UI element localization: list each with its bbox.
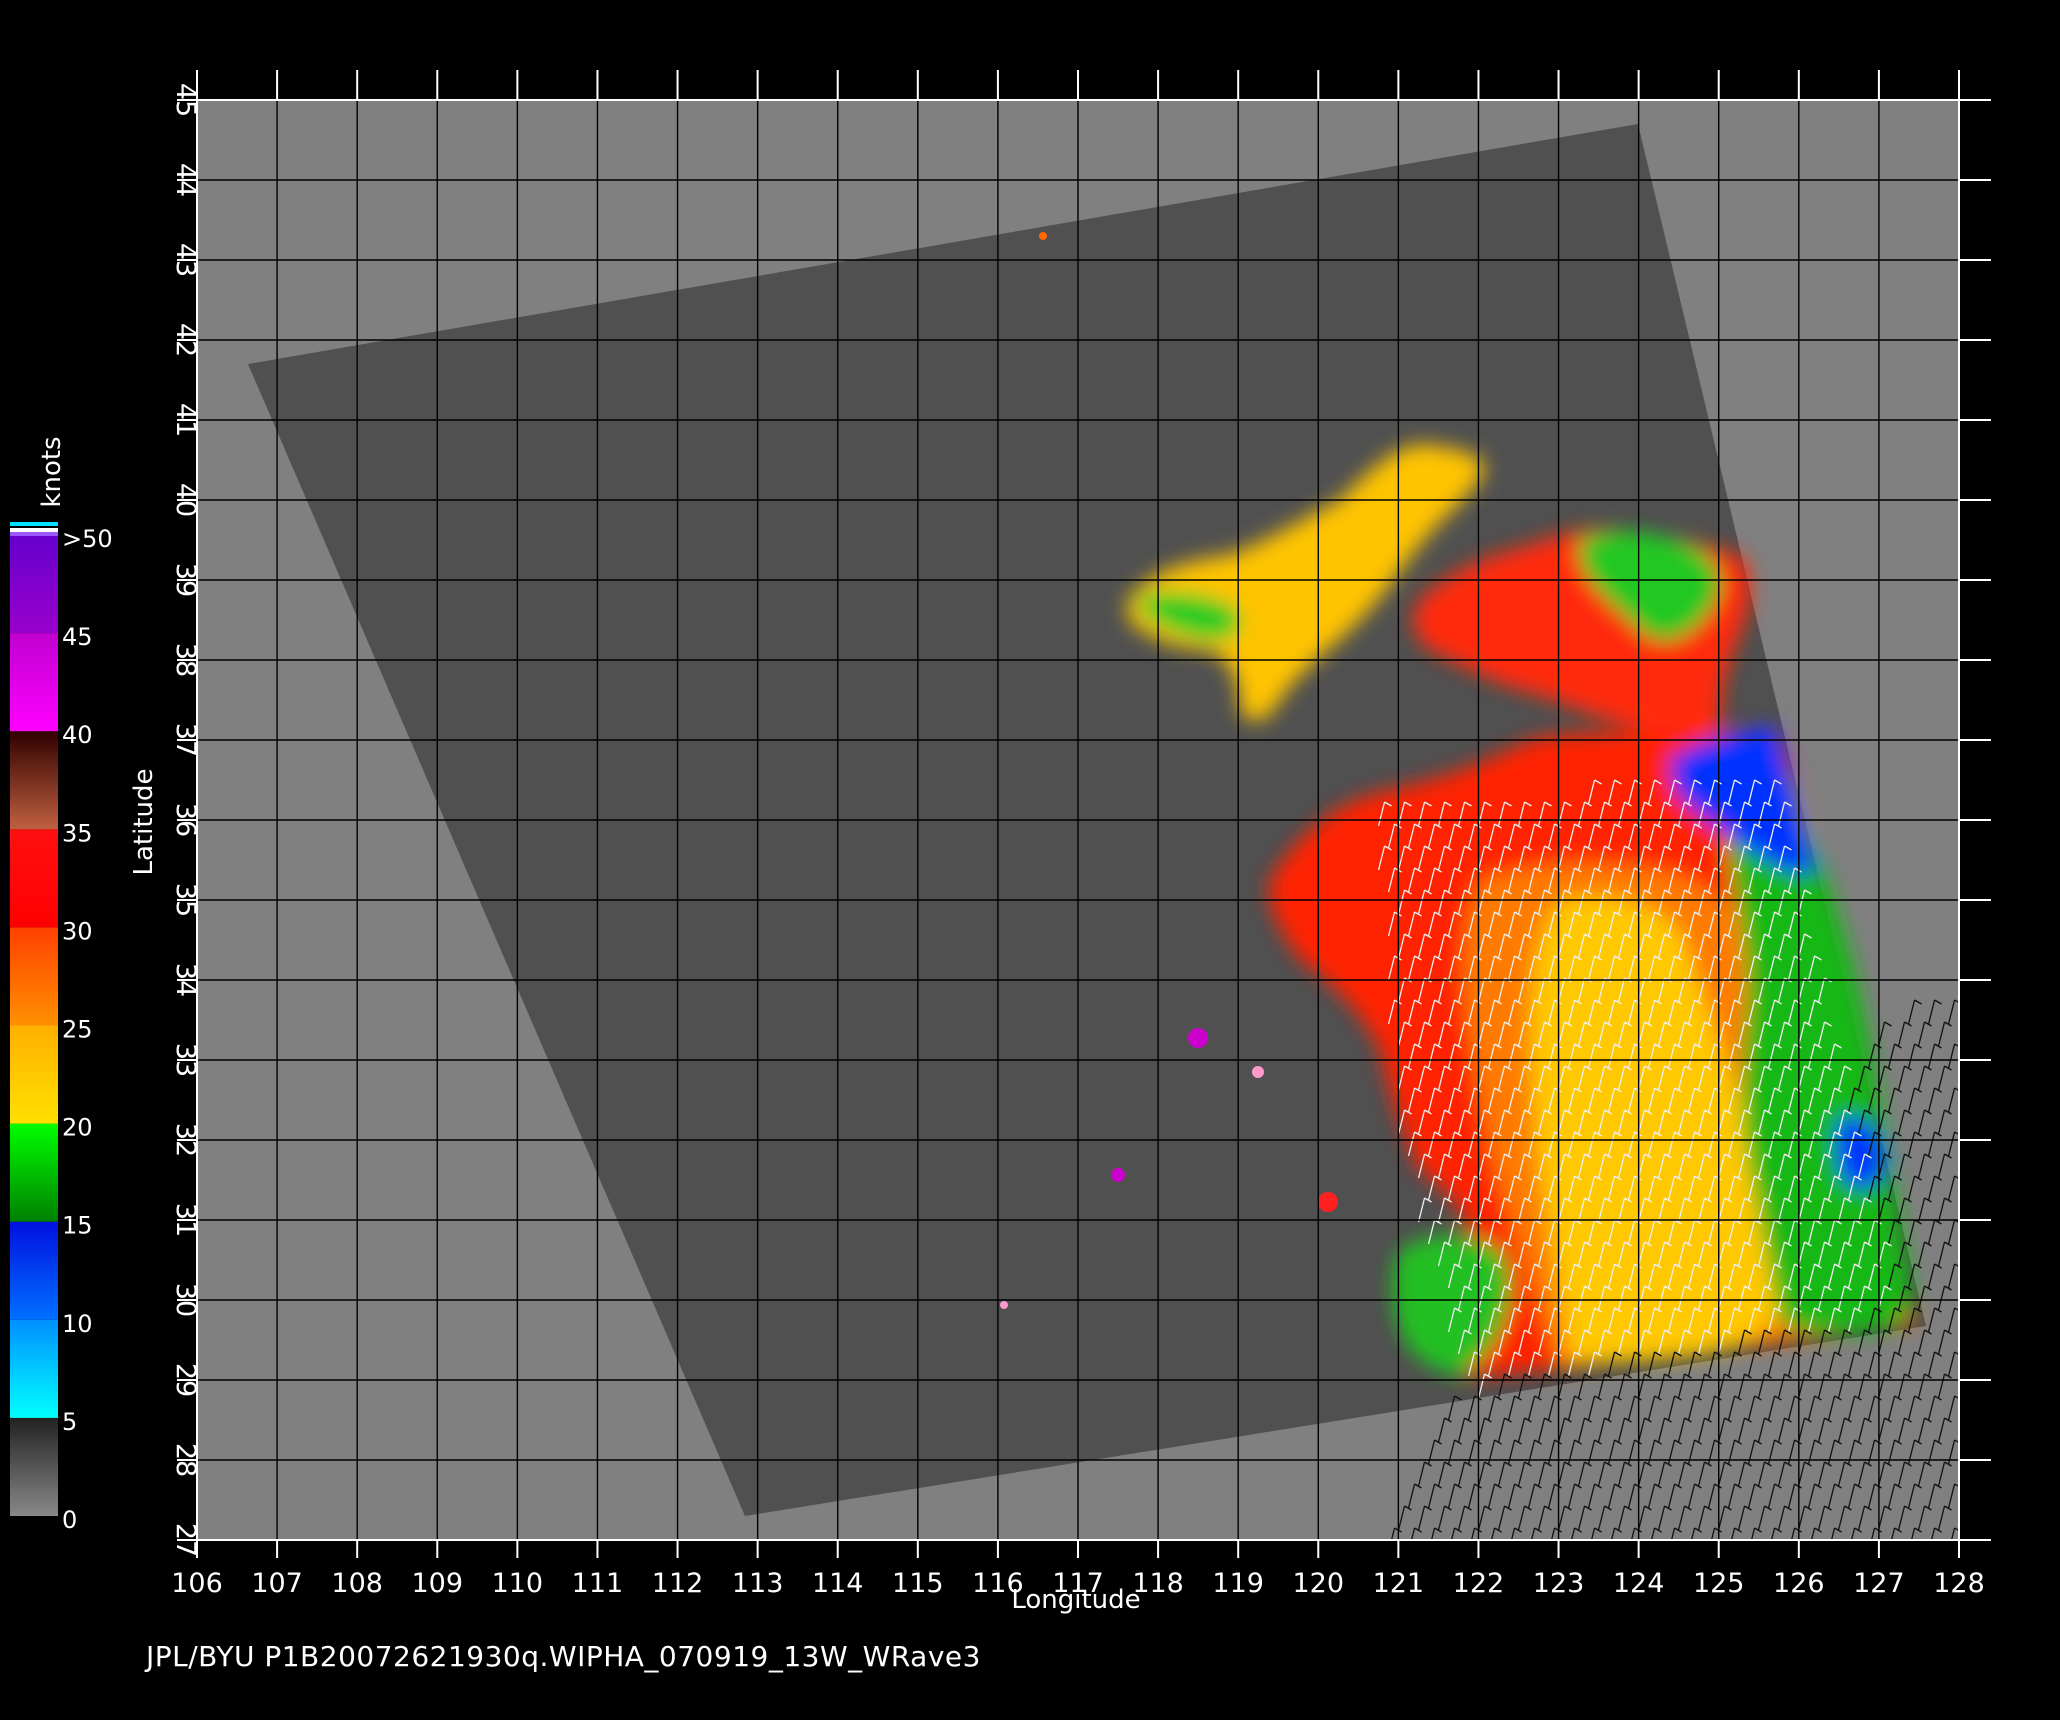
colorbar-label: 10 (62, 1310, 93, 1338)
colorbar-band (10, 1221, 58, 1320)
colorbar-label: 40 (62, 721, 93, 749)
x-tick-label: 127 (1853, 1568, 1905, 1599)
wind-map-figure: 106 107 108 109 110 111 112 113 114 115 116 117 118 1… (10, 70, 1991, 1615)
colorbar-unit: knots (37, 436, 67, 507)
colorbar-overflow-stripe (10, 522, 58, 526)
y-tick-label: 43 (170, 243, 201, 277)
colorbar-label: >50 (62, 525, 113, 553)
x-tick-label: 113 (732, 1568, 784, 1599)
x-tick-label: 107 (251, 1568, 303, 1599)
x-tick-label: 128 (1933, 1568, 1985, 1599)
x-tick-label: 123 (1533, 1568, 1585, 1599)
x-tick-label: 106 (171, 1568, 223, 1599)
y-tick-label: 27 (170, 1523, 201, 1557)
x-tick-label: 119 (1212, 1568, 1264, 1599)
y-tick-label: 32 (170, 1123, 201, 1157)
y-axis-title: Latitude (129, 768, 159, 875)
y-tick-label: 33 (170, 1043, 201, 1077)
y-tick-label: 37 (170, 723, 201, 757)
colorbar-label: 45 (62, 623, 93, 651)
y-tick-label: 39 (170, 563, 201, 597)
x-tick-label: 126 (1773, 1568, 1825, 1599)
x-tick-label: 112 (652, 1568, 704, 1599)
y-tick-label: 34 (170, 963, 201, 997)
wind-speck (1188, 1028, 1208, 1048)
colorbar-label: 5 (62, 1408, 77, 1436)
x-tick-label: 110 (492, 1568, 544, 1599)
y-tick-label: 40 (170, 483, 201, 517)
y-tick-label: 41 (170, 403, 201, 437)
x-tick-label: 109 (411, 1568, 463, 1599)
x-tick-label: 124 (1613, 1568, 1665, 1599)
product-id-caption: JPL/BYU P1B20072621930q.WIPHA_070919_13W… (146, 1640, 981, 1673)
wind-speck (1111, 1168, 1125, 1182)
x-tick-label: 114 (812, 1568, 864, 1599)
colorbar-label: 20 (62, 1114, 93, 1142)
colorbar-overflow-stripe (10, 532, 58, 536)
colorbar-band (10, 535, 58, 634)
x-tick-label: 122 (1453, 1568, 1505, 1599)
colorbar-band (10, 731, 58, 830)
y-tick-label: 42 (170, 323, 201, 357)
y-tick-label: 38 (170, 643, 201, 677)
y-tick-label: 35 (170, 883, 201, 917)
colorbar-band (10, 829, 58, 928)
x-tick-label: 108 (331, 1568, 383, 1599)
x-tick-label: 120 (1292, 1568, 1344, 1599)
y-tick-label: 29 (170, 1363, 201, 1397)
x-tick-label: 111 (572, 1568, 624, 1599)
colorbar-label: 0 (62, 1506, 77, 1534)
colorbar-overflow-stripe (10, 528, 58, 532)
colorbar-label: 15 (62, 1212, 93, 1240)
y-tick-label: 28 (170, 1443, 201, 1477)
x-tick-label: 115 (892, 1568, 944, 1599)
colorbar-band (10, 1417, 58, 1516)
map-plot-area (196, 99, 1960, 1541)
wind-speck (1000, 1301, 1008, 1309)
wind-speck (1252, 1066, 1264, 1078)
colorbar-band (10, 1123, 58, 1222)
y-tick-label: 30 (170, 1283, 201, 1317)
y-tick-label: 44 (170, 163, 201, 197)
colorbar-band (10, 927, 58, 1026)
colorbar-band (10, 633, 58, 732)
y-tick-label: 45 (170, 83, 201, 117)
colorbar-band (10, 1025, 58, 1124)
colorbar-label: 25 (62, 1016, 93, 1044)
y-tick-label: 31 (170, 1203, 201, 1237)
colorbar-label: 35 (62, 819, 93, 847)
speed-colorbar: >50 45 40 35 30 25 20 15 10 5 0 (10, 522, 113, 1534)
colorbar-label: 30 (62, 917, 93, 945)
wind-speck (1318, 1192, 1338, 1212)
x-tick-label: 125 (1693, 1568, 1745, 1599)
wind-speck (1039, 232, 1047, 240)
x-axis-title: Longitude (1011, 1585, 1140, 1615)
x-tick-label: 121 (1373, 1568, 1425, 1599)
y-tick-label: 36 (170, 803, 201, 837)
colorbar-band (10, 1319, 58, 1418)
